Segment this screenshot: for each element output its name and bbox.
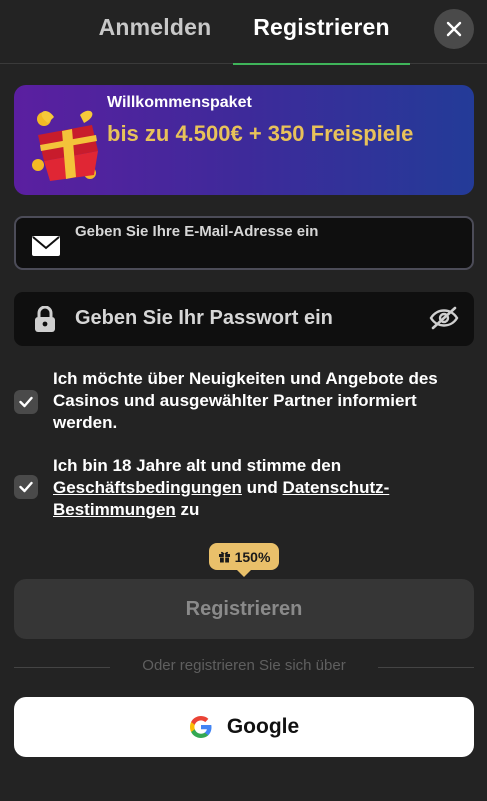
terms-prefix: Ich bin 18 Jahre alt und stimme den xyxy=(53,456,342,475)
google-signup-button[interactable]: Google xyxy=(14,697,474,757)
tab-register[interactable]: Registrieren xyxy=(233,14,410,65)
close-button[interactable] xyxy=(434,9,474,49)
password-field[interactable]: Geben Sie Ihr Passwort ein xyxy=(14,292,474,346)
welcome-banner: Willkommenspaket bis zu 4.500€ + 350 Fre… xyxy=(14,85,474,195)
newsletter-checkbox[interactable] xyxy=(14,390,38,414)
terms-label: Ich bin 18 Jahre alt und stimme den Gesc… xyxy=(53,455,473,521)
tab-login[interactable]: Anmelden xyxy=(80,14,230,64)
gift-icon xyxy=(32,110,98,181)
bonus-badge: 150% xyxy=(209,543,279,577)
lock-icon xyxy=(35,306,55,332)
email-field[interactable]: Geben Sie Ihre E-Mail-Adresse ein xyxy=(14,216,474,270)
eye-slash-icon[interactable] xyxy=(429,306,459,330)
terms-and: und xyxy=(246,478,278,497)
bonus-badge-label: 150% xyxy=(234,548,271,565)
google-icon xyxy=(189,716,212,738)
password-placeholder: Geben Sie Ihr Passwort ein xyxy=(75,307,333,329)
register-button[interactable]: Registrieren xyxy=(14,579,474,639)
terms-checkbox[interactable] xyxy=(14,475,38,499)
newsletter-label: Ich möchte über Neuigkeiten und Angebote… xyxy=(53,369,438,432)
envelope-icon xyxy=(32,236,60,256)
divider-text: Oder registrieren Sie sich über xyxy=(142,657,346,674)
google-label: Google xyxy=(226,715,300,738)
checkmark-icon xyxy=(19,481,33,493)
terms-suffix: zu xyxy=(180,500,200,519)
email-placeholder: Geben Sie Ihre E-Mail-Adresse ein xyxy=(75,223,319,240)
terms-link[interactable]: Geschäftsbedingungen xyxy=(53,478,242,497)
checkmark-icon xyxy=(19,396,33,408)
banner-title: Willkommenspaket xyxy=(107,94,252,111)
gift-icon xyxy=(218,551,230,563)
auth-tabs: Anmelden Registrieren xyxy=(0,0,487,65)
close-icon xyxy=(446,21,462,37)
banner-offer: bis zu 4.500€ + 350 Freispiele xyxy=(107,121,414,146)
divider: Oder registrieren Sie sich über xyxy=(14,657,474,679)
